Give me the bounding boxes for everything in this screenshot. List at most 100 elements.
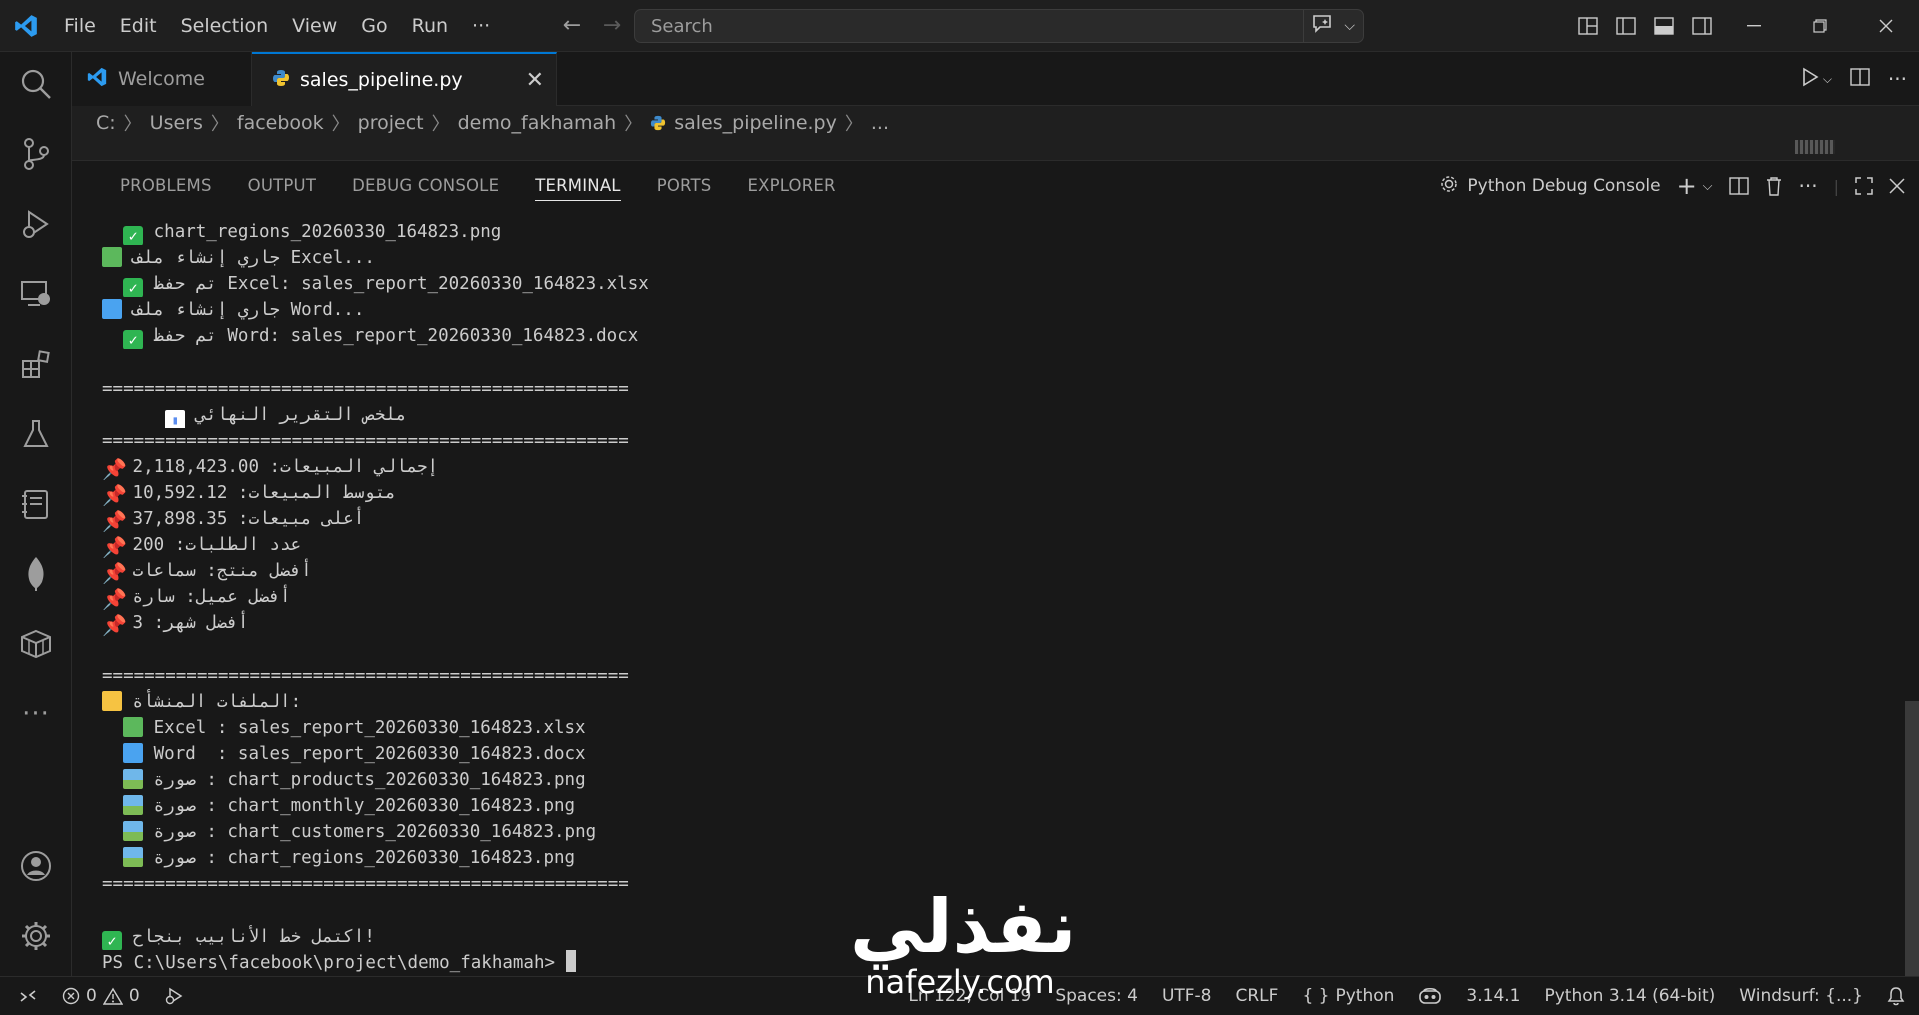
source-control-icon[interactable] bbox=[0, 124, 72, 184]
tab-problems[interactable]: PROBLEMS bbox=[102, 161, 230, 211]
breadcrumb-item[interactable]: project bbox=[358, 112, 424, 134]
terminal-text: أعلى مبيعات: 37,898.35 bbox=[132, 509, 365, 530]
minimap[interactable] bbox=[1795, 140, 1835, 154]
menu-file[interactable]: File bbox=[52, 0, 108, 52]
tab-explorer[interactable]: EXPLORER bbox=[729, 161, 853, 211]
watermark-logo: نفذلي nafezly.com bbox=[850, 890, 1076, 1000]
terminal-line: 📌 أعلى مبيعات: 37,898.35 bbox=[102, 506, 1872, 532]
more-views-icon[interactable]: ··· bbox=[0, 684, 72, 744]
terminal-line: ========================================… bbox=[102, 376, 1872, 402]
braces-icon: { } bbox=[1302, 986, 1330, 1006]
run-and-debug-icon[interactable] bbox=[0, 194, 72, 254]
pushpin-icon: 📌 bbox=[102, 613, 127, 637]
menu-edit[interactable]: Edit bbox=[108, 0, 169, 52]
editor-area[interactable] bbox=[72, 140, 1919, 160]
terminal-profile-selector[interactable]: Python Debug Console bbox=[1431, 161, 1668, 211]
language-mode[interactable]: { } Python bbox=[1290, 986, 1406, 1006]
maximize-panel-icon[interactable] bbox=[1847, 161, 1881, 211]
terminal-text: Excel : sales_report_20260330_164823.xls… bbox=[153, 717, 586, 738]
extensions-icon[interactable] bbox=[0, 334, 72, 394]
search-input[interactable]: Search bbox=[635, 16, 1303, 37]
tab-sales-pipeline[interactable]: sales_pipeline.py ✕ bbox=[252, 52, 557, 106]
tab-debug-console[interactable]: DEBUG CONSOLE bbox=[334, 161, 517, 211]
chevron-down-icon[interactable]: ⌵ bbox=[1695, 161, 1721, 211]
terminal-text: أفضل عميل: سارة bbox=[132, 587, 291, 608]
terminal-line: صورة : chart_regions_20260330_164823.png bbox=[102, 845, 1872, 871]
terminal-text: متوسط المبيعات: 10,592.12 bbox=[132, 482, 396, 503]
terminal-line: ✓ تم حفظ Word: sales_report_20260330_164… bbox=[102, 323, 1872, 350]
language-label: Python bbox=[1335, 986, 1395, 1006]
breadcrumb-item[interactable]: Users bbox=[150, 112, 203, 134]
trash-icon[interactable] bbox=[1757, 161, 1791, 211]
toggle-primary-sidebar-icon[interactable] bbox=[1607, 0, 1645, 52]
forward-arrow-icon[interactable]: → bbox=[592, 13, 632, 38]
tab-output[interactable]: OUTPUT bbox=[230, 161, 334, 211]
chevron-right-icon: 〉 bbox=[210, 114, 229, 135]
chevron-down-icon[interactable]: ⌵ bbox=[1823, 72, 1832, 87]
tab-ports[interactable]: PORTS bbox=[639, 161, 730, 211]
terminal-text: صورة : chart_customers_20260330_164823.p… bbox=[153, 822, 597, 843]
restore-icon[interactable] bbox=[1787, 0, 1853, 52]
notebook-icon[interactable] bbox=[0, 474, 72, 534]
notifications-bell-icon[interactable] bbox=[1875, 986, 1919, 1006]
tab-welcome[interactable]: Welcome bbox=[72, 52, 252, 106]
pushpin-icon: 📌 bbox=[102, 482, 127, 507]
close-tab-icon[interactable]: ✕ bbox=[526, 68, 544, 93]
terminal-scrollbar[interactable] bbox=[1905, 701, 1919, 977]
remote-explorer-icon[interactable] bbox=[0, 264, 72, 324]
terminal-cursor bbox=[565, 949, 576, 972]
copilot-chat-icon[interactable] bbox=[1312, 14, 1334, 38]
activity-bar: ··· bbox=[0, 52, 72, 976]
menu-go[interactable]: Go bbox=[349, 0, 399, 52]
terminal-text: chart_regions_20260330_164823.png bbox=[153, 222, 502, 242]
breadcrumb-item[interactable]: demo_fakhamah bbox=[458, 112, 617, 134]
terminal-text: ========================================… bbox=[102, 874, 629, 895]
problems-indicator[interactable]: 0 0 bbox=[50, 986, 152, 1006]
terminal-output[interactable]: ✓ chart_regions_20260330_164823.png جاري… bbox=[102, 219, 1872, 979]
panel-tabs: PROBLEMS OUTPUT DEBUG CONSOLE TERMINAL P… bbox=[102, 161, 854, 211]
split-editor-icon[interactable] bbox=[1850, 68, 1870, 90]
python-version[interactable]: 3.14.1 bbox=[1454, 986, 1532, 1006]
remote-indicator[interactable] bbox=[0, 986, 50, 1006]
command-center-search[interactable]: Search ⌵ bbox=[634, 9, 1364, 43]
containers-icon[interactable] bbox=[0, 614, 72, 674]
encoding[interactable]: UTF-8 bbox=[1150, 986, 1224, 1006]
terminal-text: PS C:\Users\facebook\project\demo_fakham… bbox=[102, 952, 566, 973]
menu-more[interactable]: ··· bbox=[460, 0, 502, 52]
explorer-search-icon[interactable] bbox=[0, 54, 72, 114]
copilot-icon[interactable] bbox=[1406, 986, 1454, 1006]
customize-layout-icon[interactable] bbox=[1569, 0, 1607, 52]
back-arrow-icon[interactable]: ← bbox=[552, 13, 592, 38]
more-actions-icon[interactable]: ··· bbox=[1888, 67, 1907, 91]
end-of-line[interactable]: CRLF bbox=[1224, 986, 1291, 1006]
breadcrumb-item[interactable]: facebook bbox=[237, 112, 324, 134]
more-actions-icon[interactable]: ··· bbox=[1791, 161, 1826, 211]
tab-terminal[interactable]: TERMINAL bbox=[517, 161, 639, 211]
menu-selection[interactable]: Selection bbox=[169, 0, 281, 52]
mongodb-leaf-icon[interactable] bbox=[0, 544, 72, 604]
testing-flask-icon[interactable] bbox=[0, 404, 72, 464]
manage-gear-icon[interactable] bbox=[0, 906, 72, 966]
breadcrumb-item[interactable]: ... bbox=[871, 112, 889, 134]
close-window-icon[interactable] bbox=[1853, 0, 1919, 52]
chevron-down-icon[interactable]: ⌵ bbox=[1344, 18, 1355, 34]
run-python-file-icon[interactable] bbox=[1801, 67, 1819, 91]
debug-status-icon[interactable] bbox=[152, 986, 196, 1006]
windsurf-status[interactable]: Windsurf: {...} bbox=[1727, 986, 1875, 1006]
split-terminal-icon[interactable] bbox=[1721, 161, 1757, 211]
accounts-icon[interactable] bbox=[0, 836, 72, 896]
toggle-secondary-sidebar-icon[interactable] bbox=[1683, 0, 1721, 52]
error-icon bbox=[62, 987, 80, 1004]
python-interpreter[interactable]: Python 3.14 (64-bit) bbox=[1533, 986, 1728, 1006]
minimize-icon[interactable] bbox=[1721, 0, 1787, 52]
breadcrumb-item[interactable]: C: bbox=[96, 112, 116, 134]
breadcrumb-item[interactable]: sales_pipeline.py bbox=[674, 112, 837, 134]
toggle-panel-icon[interactable] bbox=[1645, 0, 1683, 52]
menu-view[interactable]: View bbox=[280, 0, 349, 52]
close-panel-icon[interactable] bbox=[1881, 161, 1919, 211]
menu-run[interactable]: Run bbox=[400, 0, 460, 52]
error-count: 0 bbox=[86, 985, 97, 1006]
